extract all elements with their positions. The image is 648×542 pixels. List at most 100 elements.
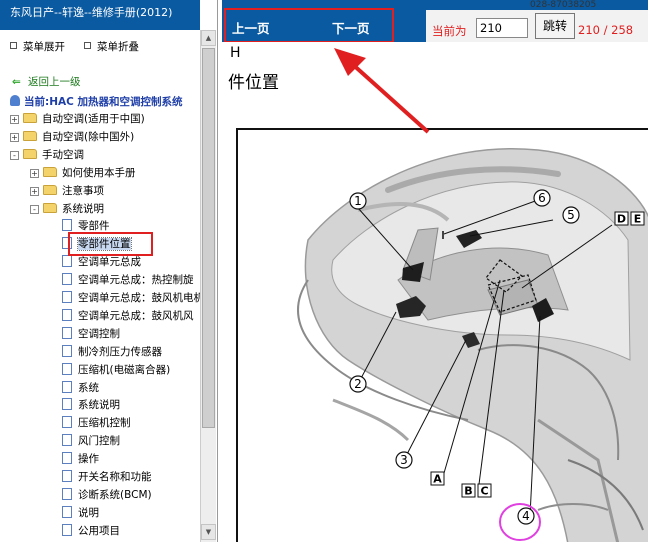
- page-jump-area: 当前为 跳转 210 / 258: [426, 10, 648, 42]
- tree-item[interactable]: 空调单元总成：鼓风机风: [62, 307, 194, 325]
- tree-item[interactable]: + 自动空调(除中国外): [10, 128, 134, 146]
- document-icon: [62, 434, 72, 447]
- svg-text:C: C: [480, 485, 488, 498]
- tree-item[interactable]: + 自动空调(适用于中国): [10, 110, 145, 128]
- tree-panel: 东风日产--轩逸--维修手册(2012) 菜单展开 菜单折叠 ⇐ 返回上一级 当前…: [0, 0, 218, 542]
- tree-item[interactable]: 空调单元总成：鼓风机电机: [62, 289, 204, 307]
- tree-item[interactable]: 空调控制: [62, 325, 120, 343]
- tree-item[interactable]: 压缩机控制: [62, 414, 131, 432]
- expand-icon: [10, 42, 17, 49]
- expand-toggle-icon[interactable]: +: [10, 132, 19, 142]
- tree-item[interactable]: - 系统说明: [30, 200, 104, 218]
- back-link[interactable]: ⇐ 返回上一级: [12, 74, 81, 89]
- tree-item[interactable]: 风门控制: [62, 432, 120, 450]
- document-icon: [62, 380, 72, 393]
- phone-number: 028-87038205: [530, 0, 597, 10]
- svg-text:5: 5: [567, 208, 575, 222]
- tree-item[interactable]: 开关名称和功能: [62, 468, 152, 486]
- tree-item-label: 空调单元总成：热控制旋: [78, 274, 194, 287]
- tree-item-label: 注意事项: [62, 184, 104, 197]
- tree-item[interactable]: 制冷剂压力传感器: [62, 343, 162, 361]
- document-icon: [62, 255, 72, 268]
- label-a: A: [430, 471, 445, 486]
- document-view: H 件位置 1 2 3 4 5 6 D E A B C: [222, 42, 648, 542]
- svg-text:D: D: [617, 213, 626, 226]
- document-icon: [62, 344, 72, 357]
- document-icon: [62, 219, 72, 232]
- tree-item-label: 公用项目: [78, 524, 120, 537]
- tree-item[interactable]: 压缩机(电磁离合器): [62, 361, 170, 379]
- document-icon: [62, 470, 72, 482]
- label-c: C: [477, 483, 492, 498]
- callout-3: 3: [395, 451, 413, 469]
- collapse-toggle-icon[interactable]: -: [10, 150, 19, 160]
- tree-item-label: 制冷剂压力传感器: [78, 345, 162, 358]
- document-icon: [62, 291, 72, 303]
- back-arrow-icon: ⇐: [12, 76, 21, 88]
- tree-item[interactable]: + 注意事项: [30, 182, 104, 200]
- tree-item-label: 如何使用本手册: [62, 166, 136, 179]
- next-page-button[interactable]: 下一页: [332, 18, 370, 37]
- document-icon: [62, 326, 72, 339]
- svg-text:6: 6: [538, 191, 546, 205]
- tree-item-label: 空调单元总成: [78, 256, 141, 269]
- tree-item[interactable]: - 手动空调: [10, 146, 84, 164]
- folder-icon: [43, 166, 57, 177]
- expand-toggle-icon[interactable]: +: [30, 186, 39, 196]
- tree-item-label: 诊断系统(BCM): [78, 488, 152, 501]
- expand-toggle-icon[interactable]: +: [30, 168, 39, 178]
- expand-all-button[interactable]: 菜单展开: [10, 39, 65, 54]
- component-6-shape: [442, 231, 444, 239]
- callout-5: 5: [562, 206, 580, 224]
- selection-highlight-box: [68, 232, 153, 256]
- location-icon: [10, 95, 20, 106]
- current-section: 当前:HAC 加热器和空调控制系统: [10, 94, 200, 109]
- tree-item-label: 说明: [78, 506, 99, 519]
- tree-item[interactable]: 诊断系统(BCM): [62, 486, 152, 504]
- jump-button[interactable]: 跳转: [535, 13, 575, 39]
- scroll-down-arrow-icon[interactable]: ▼: [201, 524, 216, 540]
- collapse-icon: [84, 42, 91, 49]
- callout-6: 6: [533, 189, 551, 207]
- scroll-up-arrow-icon[interactable]: ▲: [201, 30, 216, 46]
- tree-scrollbar[interactable]: ▲ ▼: [200, 30, 216, 542]
- tree-item[interactable]: 说明: [62, 504, 99, 522]
- tree-item[interactable]: 系统说明: [62, 396, 120, 414]
- document-icon: [62, 505, 72, 518]
- tree-item[interactable]: 公用项目: [62, 522, 120, 540]
- document-icon: [62, 523, 72, 536]
- tree-item-label: 空调控制: [78, 327, 120, 340]
- tree-item[interactable]: 空调单元总成：热控制旋: [62, 271, 194, 289]
- tree-item[interactable]: 系统: [62, 379, 99, 397]
- tree-controls: 菜单展开 菜单折叠: [0, 38, 200, 56]
- document-icon: [62, 273, 72, 286]
- callout-2: 2: [349, 375, 367, 393]
- callout-1: 1: [349, 192, 367, 210]
- document-icon: [62, 398, 72, 411]
- tree-item-label: 自动空调(除中国外): [42, 130, 135, 143]
- tree-item-label: 压缩机控制: [78, 417, 131, 430]
- prev-page-button[interactable]: 上一页: [232, 18, 270, 37]
- page-number-input[interactable]: [476, 18, 528, 38]
- scroll-thumb[interactable]: [202, 48, 215, 428]
- svg-text:2: 2: [354, 377, 362, 391]
- svg-text:E: E: [634, 213, 642, 226]
- label-b: B: [461, 483, 476, 498]
- folder-icon: [43, 202, 57, 213]
- collapse-toggle-icon[interactable]: -: [30, 204, 39, 214]
- tree-item-label: 开关名称和功能: [78, 471, 152, 483]
- svg-text:B: B: [464, 485, 472, 498]
- document-icon: [62, 452, 72, 465]
- svg-text:4: 4: [522, 509, 530, 523]
- tree-item-label: 操作: [78, 453, 99, 466]
- tree-item[interactable]: 操作: [62, 450, 99, 468]
- car-cutaway-illustration: 1 2 3 4 5 6 D E A B C: [297, 148, 648, 542]
- tree-item[interactable]: + 如何使用本手册: [30, 164, 136, 182]
- collapse-all-button[interactable]: 菜单折叠: [84, 39, 139, 54]
- svg-text:3: 3: [400, 453, 408, 467]
- document-icon: [62, 308, 72, 321]
- expand-toggle-icon[interactable]: +: [10, 115, 19, 124]
- tree-item-label: 压缩机(电磁离合器): [78, 363, 171, 376]
- tree-item-label: 自动空调(适用于中国): [42, 113, 145, 125]
- tree-item-label: 空调单元总成：鼓风机电机: [78, 292, 204, 304]
